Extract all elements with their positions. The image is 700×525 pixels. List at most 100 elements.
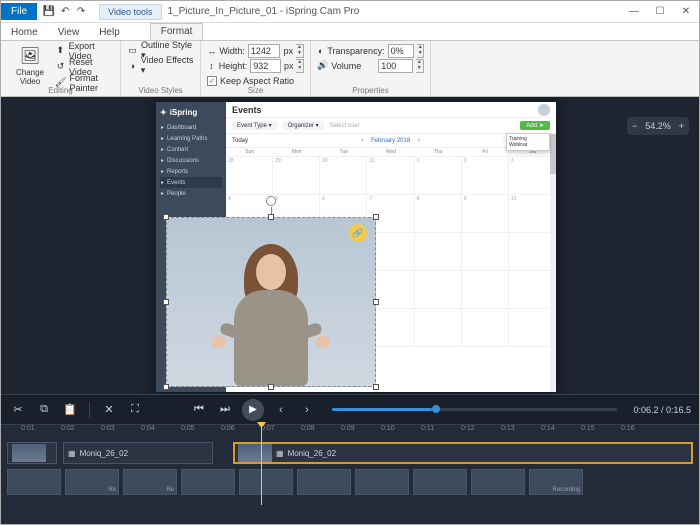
track-thumbnail[interactable] [181, 469, 235, 495]
file-tab[interactable]: File [1, 3, 37, 20]
keep-aspect-checkbox[interactable]: ✓ [207, 76, 217, 86]
pip-video-overlay[interactable]: 🔗 [166, 217, 376, 387]
video-track-1[interactable]: ▦ Moniq_26_02 ▦ Moniq_26_02 [1, 439, 699, 467]
timeline-ruler[interactable]: 0:010:020:030:040:050:060:070:080:090:10… [1, 425, 699, 439]
tab-format[interactable]: Format [150, 23, 204, 40]
redo-icon[interactable]: ↷ [75, 6, 87, 18]
calendar-cell[interactable] [415, 233, 462, 271]
sidebar-item-events[interactable]: ▸Events [160, 177, 222, 188]
next-month-button[interactable]: › [418, 138, 420, 144]
screen-track[interactable]: ReRe Recording [1, 467, 699, 497]
volume-input[interactable]: 100 [378, 59, 412, 73]
transparency-input[interactable]: 0% [388, 44, 415, 58]
calendar-cell[interactable] [509, 271, 556, 309]
calendar-cell[interactable]: 29 [273, 157, 320, 195]
playhead[interactable] [261, 425, 262, 505]
save-icon[interactable]: 💾 [43, 6, 55, 18]
resize-handle-l[interactable] [163, 299, 169, 305]
calendar-cell[interactable]: 3 [509, 157, 556, 195]
calendar-cell[interactable] [415, 309, 462, 347]
event-type-filter[interactable]: Event Type ▾ [232, 121, 277, 130]
transparency-spinner[interactable]: ▲▼ [417, 44, 424, 58]
sidebar-item-content[interactable]: ▸Content [160, 144, 222, 155]
sidebar-item-reports[interactable]: ▸Reports [160, 166, 222, 177]
calendar-cell[interactable]: 1 [415, 157, 462, 195]
tab-home[interactable]: Home [1, 25, 48, 40]
track-thumbnail[interactable] [7, 469, 61, 495]
calendar-cell[interactable] [462, 309, 509, 347]
calendar-cell[interactable] [462, 233, 509, 271]
calendar-cell[interactable]: 28 [226, 157, 273, 195]
width-spinner[interactable]: ▲▼ [296, 44, 304, 58]
resize-handle-r[interactable] [373, 299, 379, 305]
calendar-cell[interactable]: 2 [462, 157, 509, 195]
track-thumbnail[interactable] [239, 469, 293, 495]
sidebar-item-people[interactable]: ▸People [160, 188, 222, 199]
track-thumbnail[interactable] [297, 469, 351, 495]
resize-handle-t[interactable] [268, 214, 274, 220]
rotate-handle[interactable] [266, 196, 276, 206]
sidebar-item-learning-paths[interactable]: ▸Learning Paths [160, 133, 222, 144]
height-input[interactable]: 932 [250, 59, 281, 73]
play-button[interactable]: ▶ [242, 399, 264, 421]
calendar-cell[interactable] [509, 309, 556, 347]
calendar-cell[interactable]: 10 [509, 195, 556, 233]
add-button[interactable]: Add ➤ Training Webinar [520, 121, 550, 130]
calendar-cell[interactable] [509, 233, 556, 271]
track-thumbnail[interactable] [355, 469, 409, 495]
copy-button[interactable]: ⧉ [35, 401, 53, 419]
track-thumbnail[interactable]: Re [65, 469, 119, 495]
contextual-tab-video-tools[interactable]: Video tools [99, 4, 161, 20]
height-spinner[interactable]: ▲▼ [296, 59, 304, 73]
sidebar-item-discussions[interactable]: ▸Discussions [160, 155, 222, 166]
tab-view[interactable]: View [48, 25, 90, 40]
paste-button[interactable]: 📋 [61, 401, 79, 419]
calendar-cell[interactable]: 8 [415, 195, 462, 233]
change-video-button[interactable]: 🖼 Change Video [7, 43, 53, 90]
scrollbar[interactable] [550, 134, 556, 392]
scroll-thumb[interactable] [550, 134, 556, 174]
track-thumbnail[interactable] [413, 469, 467, 495]
zoom-in-button[interactable]: + [679, 121, 684, 131]
minimize-button[interactable]: — [621, 2, 647, 22]
width-input[interactable]: 1242 [248, 44, 281, 58]
scrubber[interactable] [332, 408, 617, 411]
step-back-button[interactable]: ‹ [272, 401, 290, 419]
resize-handle-bl[interactable] [163, 384, 169, 390]
track-thumbnail[interactable]: Recording [529, 469, 583, 495]
close-button[interactable]: ✕ [673, 2, 699, 22]
prev-frame-button[interactable]: ⏮ [190, 401, 208, 419]
resize-handle-b[interactable] [268, 384, 274, 390]
calendar-cell[interactable] [415, 271, 462, 309]
track-thumbnail[interactable] [471, 469, 525, 495]
clip-a-label[interactable]: ▦ Moniq_26_02 [63, 442, 213, 464]
calendar-cell[interactable]: 30 [320, 157, 367, 195]
tab-help[interactable]: Help [89, 25, 130, 40]
today-button[interactable]: Today [232, 138, 248, 144]
organizer-filter[interactable]: Organizer ▾ [283, 121, 324, 130]
track-thumbnail[interactable]: Re [123, 469, 177, 495]
scrubber-knob[interactable] [432, 405, 440, 413]
crop-button[interactable]: ⛶ [126, 401, 144, 419]
clip-a[interactable] [7, 442, 57, 464]
undo-icon[interactable]: ↶ [59, 6, 71, 18]
resize-handle-tl[interactable] [163, 214, 169, 220]
calendar-cell[interactable]: 9 [462, 195, 509, 233]
maximize-button[interactable]: ☐ [647, 2, 673, 22]
resize-handle-br[interactable] [373, 384, 379, 390]
calendar-cell[interactable] [462, 271, 509, 309]
step-forward-button[interactable]: › [298, 401, 316, 419]
clip-b[interactable]: ▦ Moniq_26_02 [233, 442, 693, 464]
link-badge-icon[interactable]: 🔗 [349, 224, 367, 242]
video-effects-button[interactable]: ◑Video Effects ▾ [127, 58, 194, 73]
cut-button[interactable]: ✂ [9, 401, 27, 419]
calendar-cell[interactable]: 31 [367, 157, 414, 195]
next-frame-button[interactable]: ⏭ [216, 401, 234, 419]
select-user-field[interactable]: Select user [330, 123, 360, 129]
dropdown-item-webinar[interactable]: Webinar [509, 142, 547, 148]
zoom-out-button[interactable]: − [632, 121, 637, 131]
prev-month-button[interactable]: ‹ [361, 138, 363, 144]
delete-button[interactable]: ✕ [100, 401, 118, 419]
resize-handle-tr[interactable] [373, 214, 379, 220]
sidebar-item-dashboard[interactable]: ▸Dashboard [160, 122, 222, 133]
